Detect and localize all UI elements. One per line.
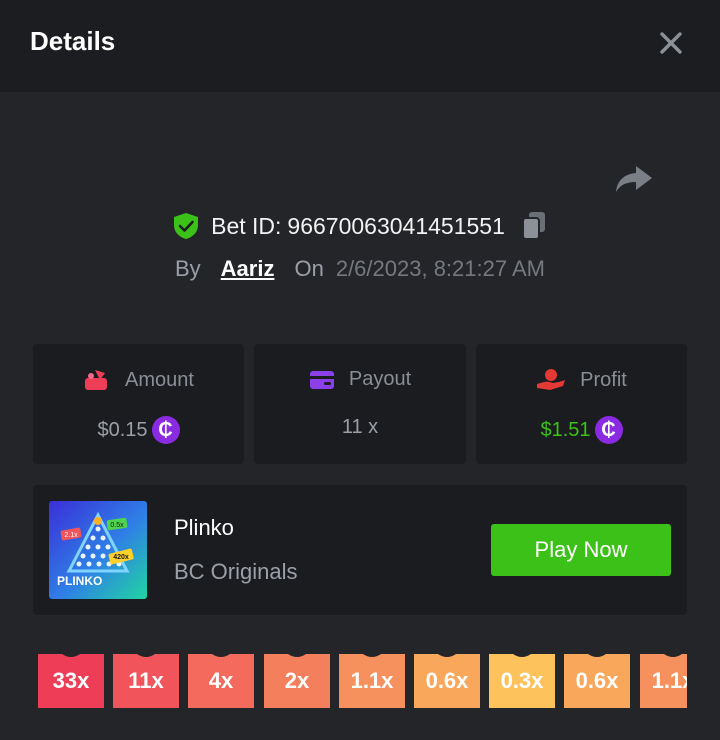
profit-card: Profit $1.51 ₵ — [476, 344, 687, 464]
game-name: Plinko — [174, 515, 234, 540]
on-label: On — [294, 256, 324, 281]
multiplier-chip: 11x — [113, 654, 179, 708]
hand-money-icon — [537, 369, 566, 390]
multiplier-chip: 0.3x — [489, 654, 555, 708]
multiplier-chip: 0.6x — [564, 654, 630, 708]
multiplier-row: 33x11x4x2x1.1x0.6x0.3x0.6x1.1x — [38, 654, 687, 708]
multiplier-chip: 33x — [38, 654, 104, 708]
share-icon[interactable] — [614, 158, 654, 198]
close-icon[interactable] — [652, 24, 690, 62]
dialog-header: Details — [0, 0, 720, 92]
amount-card: Amount $0.15 ₵ — [33, 344, 244, 464]
plinko-thumbnail[interactable]: 2.1x 0.5x 420x PLINKO — [49, 501, 147, 599]
bet-id-value: 96670063041451551 — [287, 212, 505, 239]
by-label: By — [174, 256, 201, 281]
coin-icon: ₵ — [594, 416, 623, 444]
bet-meta-row: By Aariz On 2/6/2023, 8:21:27 AM — [0, 251, 720, 287]
game-card: 2.1x 0.5x 420x PLINKO Plinko BC Original… — [33, 485, 687, 615]
copy-icon[interactable] — [521, 211, 547, 241]
username-link[interactable]: Aariz — [221, 256, 275, 282]
amount-value: $0.15 — [97, 418, 148, 441]
multiplier-chip: 0.6x — [414, 654, 480, 708]
bet-datetime: 2/6/2023, 8:21:27 AM — [335, 256, 545, 281]
dialog-title: Details — [30, 26, 116, 56]
play-now-button[interactable]: Play Now — [491, 524, 671, 576]
coin-icon: ₵ — [151, 416, 180, 444]
payout-value: 11 x — [341, 416, 379, 438]
svg-text:420x: 420x — [113, 554, 129, 561]
multiplier-chip: 4x — [188, 654, 254, 708]
svg-text:0.5x: 0.5x — [110, 522, 124, 529]
profit-value: $1.51 — [540, 418, 591, 441]
bet-id-label: Bet ID: — [211, 212, 282, 239]
multiplier-chip: 1.1x — [640, 654, 687, 708]
multiplier-chip: 1.1x — [339, 654, 405, 708]
payout-card: Payout 11 x — [254, 344, 466, 464]
profit-label: Profit — [580, 368, 627, 391]
bet-amount-icon — [85, 370, 108, 390]
thumb-title: PLINKO — [57, 574, 102, 588]
payout-label: Payout — [348, 368, 412, 390]
verified-shield-icon — [174, 213, 199, 239]
wallet-icon — [309, 370, 334, 389]
amount-label: Amount — [125, 368, 194, 391]
game-provider: BC Originals — [174, 559, 298, 584]
svg-text:2.1x: 2.1x — [64, 532, 78, 539]
multiplier-chip: 2x — [264, 654, 330, 708]
bet-id-row: Bet ID: 96670063041451551 — [0, 206, 720, 246]
